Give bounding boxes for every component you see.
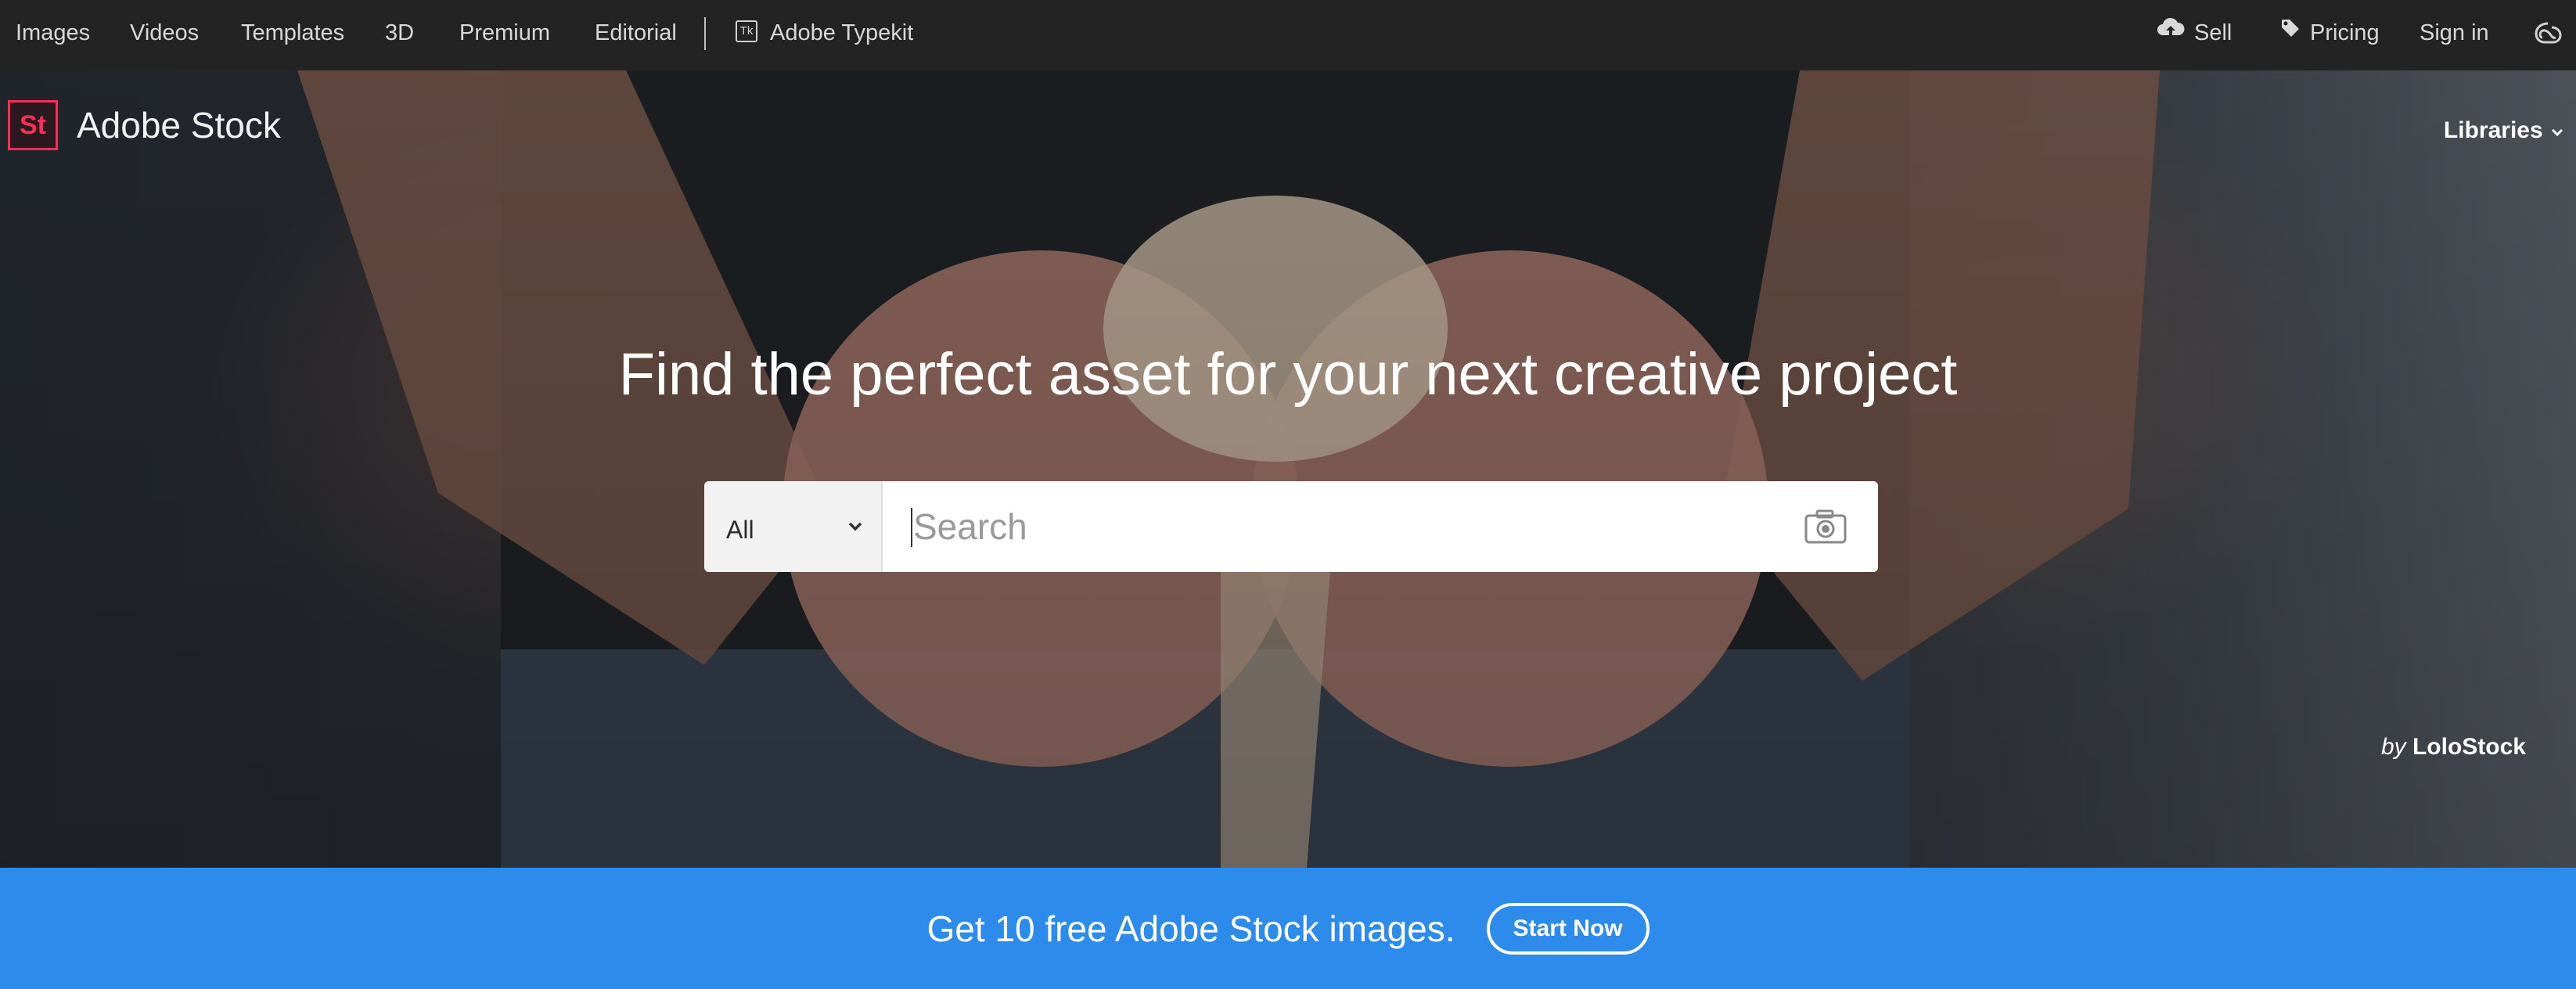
start-now-button[interactable]: Start Now	[1486, 902, 1650, 955]
nav-item-typekit[interactable]: Tk Adobe Typekit	[736, 0, 913, 70]
credit-name: LoloStock	[2412, 734, 2526, 760]
nav-item-sell[interactable]: Sell	[2157, 0, 2232, 70]
image-credit[interactable]: by LoloStock	[2381, 734, 2526, 761]
hero-overlay	[0, 70, 2576, 868]
top-navigation-bar: Images Videos Templates 3D Premium Edito…	[0, 0, 2576, 70]
adobe-stock-logo-mark: St	[8, 100, 58, 150]
nav-item-pricing[interactable]: Pricing	[2280, 0, 2380, 70]
chevron-down-icon	[2549, 117, 2565, 143]
camera-icon[interactable]	[1804, 509, 1847, 548]
brand-name: Adobe Stock	[77, 105, 281, 146]
search-bar: All	[704, 481, 1878, 572]
nav-item-videos[interactable]: Videos	[130, 0, 199, 70]
brand-logo[interactable]: St Adobe Stock	[8, 100, 281, 150]
nav-item-premium[interactable]: Premium	[459, 0, 550, 70]
credit-by: by	[2380, 734, 2406, 760]
promo-banner: Get 10 free Adobe Stock images. Start No…	[0, 868, 2576, 989]
hero-headline: Find the perfect asset for your next cre…	[618, 341, 1958, 408]
chevron-down-icon	[847, 520, 864, 537]
promo-text: Get 10 free Adobe Stock images.	[926, 908, 1455, 949]
nav-divider	[704, 17, 706, 50]
nav-item-3d[interactable]: 3D	[385, 0, 414, 70]
search-input[interactable]	[883, 481, 1878, 572]
pricing-label: Pricing	[2310, 20, 2380, 45]
cloud-upload-icon	[2157, 0, 2185, 64]
libraries-label: Libraries	[2443, 117, 2543, 143]
creative-cloud-icon[interactable]	[2532, 19, 2563, 50]
nav-item-images[interactable]: Images	[16, 0, 90, 70]
sign-in-link[interactable]: Sign in	[2419, 0, 2489, 70]
nav-item-editorial[interactable]: Editorial	[595, 0, 677, 70]
nav-item-templates[interactable]: Templates	[241, 0, 344, 70]
category-select-value: All	[726, 516, 754, 544]
libraries-dropdown[interactable]: Libraries	[2444, 117, 2565, 144]
typekit-label: Adobe Typekit	[770, 20, 914, 45]
category-select[interactable]: All	[704, 481, 883, 572]
tag-icon	[2280, 0, 2301, 64]
hero-section: St Adobe Stock Libraries Find the perfec…	[0, 70, 2576, 868]
text-cursor	[911, 508, 912, 547]
sell-label: Sell	[2194, 20, 2232, 45]
typekit-icon: Tk	[736, 20, 757, 43]
